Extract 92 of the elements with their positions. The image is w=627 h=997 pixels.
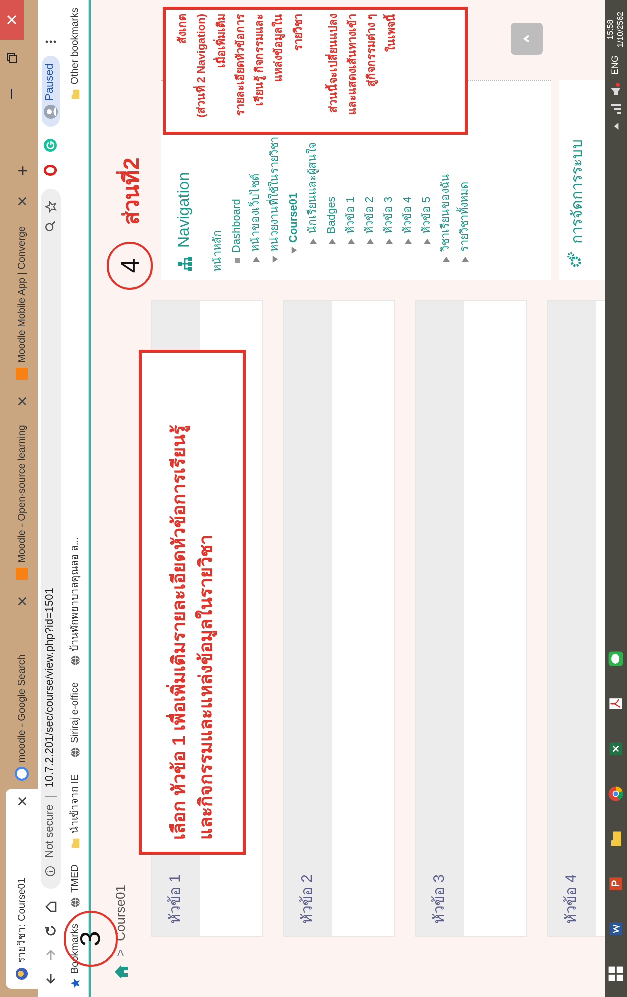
section-title[interactable]: หัวข้อ 1 [164,874,188,924]
tab-favicon-icon [15,367,29,381]
star-icon[interactable] [44,201,56,213]
triangle-right-icon[interactable] [367,238,374,245]
tab-title: รายวิชา: Course01 [16,877,28,963]
bookmark-link[interactable]: นำเข้าจาก IE [68,774,83,849]
bullet-icon [234,257,240,263]
minimize-icon[interactable] [11,89,13,99]
nav-link[interactable]: วิชาเรียนของฉัน [438,174,455,252]
nav-link[interactable]: หัวข้อ 1 [343,196,360,234]
windows-icon[interactable] [607,966,625,984]
nav-link[interactable]: Course01 [286,192,303,243]
annotation-text: เลือก หัวข้อ 1 เพื่อเพิ่มเติมรายละเอียดหัวข้อการเรียนรู้ และกิจกรรมและแหล่งข้อมูลในรายวิชา [166,365,220,840]
triangle-right-icon[interactable] [424,238,431,245]
clock-time[interactable]: 15:58 [606,20,616,40]
sitemap-icon [177,256,193,272]
tab-title: Moodle Mobile App | Converge [16,225,28,363]
info-icon [45,866,56,877]
nav-link[interactable]: หัวข้อ 4 [400,196,417,234]
triangle-right-icon[interactable] [443,256,450,263]
nav-link[interactable]: หน่วยงานที่ใช้ในรายวิชา [267,137,284,252]
new-tab-button[interactable]: + [8,157,38,185]
star-icon [70,978,81,989]
spreadsheet-x-icon[interactable] [607,740,625,758]
folder-icon [70,88,81,100]
zoom-icon[interactable] [45,221,56,232]
bookmark-link[interactable]: TMED [68,864,83,908]
globe-icon [70,896,81,908]
close-icon[interactable] [18,597,26,606]
block-title: Navigation [175,172,194,248]
block-title: การจัดการระบบ [568,139,587,244]
nav-link[interactable]: รายวิชาทั้งหมด [457,182,474,252]
section-title[interactable]: หัวข้อ 4 [560,874,584,924]
document-w-icon[interactable] [607,920,625,938]
triangle-right-icon[interactable] [348,238,355,245]
bookmark-link[interactable]: Other bookmarks [68,8,83,100]
tab-favicon-icon [15,767,29,781]
triangle-down-icon[interactable] [291,247,298,254]
security-label: Not secure [43,804,58,858]
globe-icon [70,655,81,666]
nav-link[interactable]: หัวข้อ 3 [381,196,398,234]
triangle-right-icon[interactable] [386,238,393,245]
speaker-icon[interactable] [611,83,621,96]
annotation-label: ส่วนที่2 [115,158,148,225]
restore-icon[interactable] [7,53,17,63]
nav-link[interactable]: หน้าหลัก [210,230,227,272]
globe-icon [70,747,81,758]
triangle-right-icon[interactable] [253,256,260,263]
home-icon[interactable] [44,901,56,913]
browser-tab[interactable]: รายวิชา: Course01 [6,789,38,989]
gears-icon [567,252,583,268]
close-icon[interactable] [18,197,26,206]
close-icon[interactable] [18,397,26,406]
more-icon[interactable] [44,40,56,44]
bookmark-link[interactable]: Siriraj e-office [68,682,83,758]
back-icon[interactable] [44,973,56,985]
tab-title: moodle - Google Search [16,654,28,763]
triangle-right-icon[interactable] [405,238,412,245]
address-bar[interactable]: Not secure 10.7.2.201/sec/course/view.php?id=1501 [40,189,60,889]
annotation-text: สังเกต (ส่วนที่ 2 Navigation) เมื่อเพิ่มเติม รายละเอียดหัวข้อการ เรียนรู้ กิจกรรมและ แหล่งข้อมูลใน รายวิชา [176,14,306,120]
folder-icon [70,838,81,849]
tab-favicon-icon [15,567,29,581]
triangle-right-icon[interactable] [310,238,317,245]
profile-button[interactable]: Paused [42,56,60,127]
nav-link[interactable]: Dashboard [229,199,246,253]
slides-p-icon[interactable] [607,876,625,894]
nav-link[interactable]: หัวข้อ 5 [419,196,436,234]
tab-title: Moodle - Open-source learning [16,424,28,563]
clock-date[interactable]: 1/10/2562 [616,12,626,48]
close-icon[interactable] [18,797,26,806]
chevron-left-icon [522,35,532,43]
reload-icon[interactable] [44,925,56,937]
breadcrumb-separator: > [112,949,130,957]
annotation-text: ส่วนนี้จะเปลี่ยนแปลง และแสดงเส้นทางเข้า สู่กิจกรรมต่าง ๆ ในเพจนี้ [324,14,402,128]
avatar-icon [44,105,58,119]
nav-link[interactable]: Badges [324,196,341,234]
ring-icon[interactable] [44,164,57,177]
nav-link[interactable]: หน้าของเว็บไซต์ [248,174,265,252]
language-indicator[interactable]: ENG [609,56,623,76]
triangle-right-icon[interactable] [462,256,469,263]
bookmark-link[interactable]: บ้านพักพยาบาลคุณลอ ล... [68,537,83,666]
network-icon[interactable] [611,103,621,116]
triangle-right-icon[interactable] [329,238,336,245]
nav-link[interactable]: นักเรียนและผู้สนใจ [305,143,322,234]
url-text: 10.7.2.201/sec/course/view.php?id=1501 [43,587,58,788]
nav-link[interactable]: หัวข้อ 2 [362,196,379,234]
chrome-icon[interactable] [607,786,625,804]
tab-favicon-icon [15,967,29,981]
triangle-down-icon[interactable] [272,256,279,263]
section-title[interactable]: หัวข้อ 2 [296,874,320,924]
section-title[interactable]: หัวข้อ 3 [428,874,452,924]
chat-bubble-icon[interactable] [607,650,625,668]
